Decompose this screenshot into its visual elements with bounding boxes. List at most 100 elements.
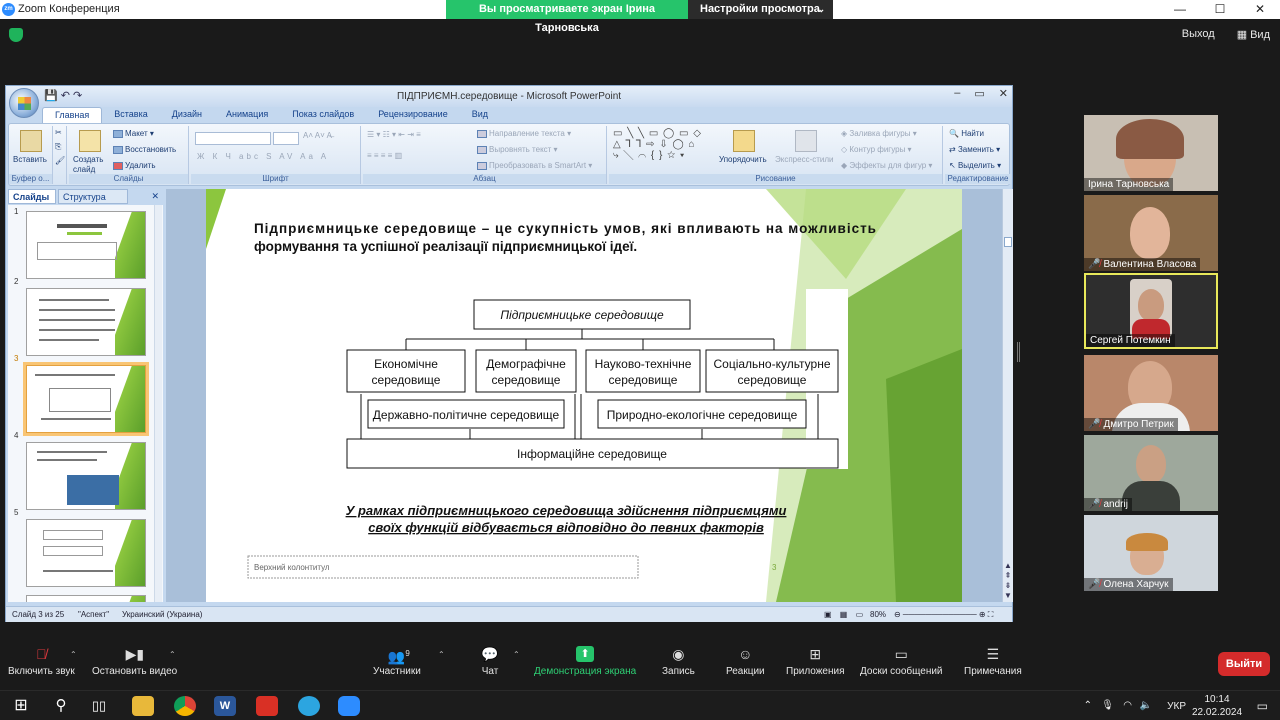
view-button[interactable]: ▦ Вид (1237, 28, 1270, 41)
tab-view[interactable]: Вид (460, 107, 500, 123)
chat-button[interactable]: 💬 Чат (481, 646, 499, 677)
leave-meeting-button[interactable]: Выйти (1218, 652, 1270, 676)
tab-review[interactable]: Рецензирование (366, 107, 460, 123)
wifi-icon[interactable]: ◠ (1123, 700, 1132, 711)
share-screen-button[interactable]: ⬆ Демонстрация экрана (534, 646, 636, 677)
express-styles-button[interactable]: Экспресс-стили (775, 155, 834, 164)
slide-thumbnail-2[interactable] (26, 288, 146, 356)
telegram-icon[interactable] (298, 696, 320, 716)
align-text-button[interactable]: Выровнять текст ▾ (477, 145, 558, 154)
slide-thumbnail-6[interactable] (26, 595, 146, 602)
participant-tile-4[interactable]: 🎤̸ Дмитро Петрик (1084, 355, 1218, 431)
scroll-nav-icons[interactable]: ▲ ⇞ ⇟ ▼ (1003, 561, 1013, 601)
redo-icon[interactable]: ↷ (73, 90, 82, 102)
shape-outline-button[interactable]: ◇ Контур фигуры ▾ (841, 145, 912, 154)
close-panel-icon[interactable]: ✕ (151, 191, 159, 202)
splitter-handle[interactable] (1017, 342, 1020, 362)
speaker-icon[interactable]: 🔈 (1140, 700, 1152, 711)
chat-options-caret[interactable]: ⌃ (513, 650, 520, 659)
paste-icon[interactable] (20, 130, 42, 152)
replace-button[interactable]: ⇄ Заменить ▾ (949, 145, 1000, 154)
cut-icon[interactable]: ✂ (55, 128, 62, 137)
shape-fill-button[interactable]: ◈ Заливка фигуры ▾ (841, 129, 917, 138)
format-painter-icon[interactable]: 🖌 (55, 156, 65, 165)
exit-fullscreen-button[interactable]: Выход (1182, 28, 1215, 41)
record-button[interactable]: ◉ Запись (662, 646, 695, 677)
current-slide[interactable]: Підприємницьке середовище – це сукупніст… (206, 189, 962, 602)
audio-options-caret[interactable]: ⌃ (70, 650, 77, 659)
language-status[interactable]: Украинский (Украина) (122, 610, 202, 619)
search-icon[interactable]: ⚲ (50, 696, 72, 716)
notes-button[interactable]: ☰ Примечания (964, 646, 1022, 677)
slide-thumbnail-3-selected[interactable] (26, 365, 146, 433)
find-button[interactable]: 🔍 Найти (949, 129, 984, 138)
participants-button[interactable]: 👥9 Участники (373, 646, 421, 677)
new-slide-icon[interactable] (79, 130, 101, 152)
microphone-icon[interactable]: 🎙 (1101, 700, 1114, 711)
new-slide-button[interactable]: Создать слайд (73, 155, 107, 175)
chrome-icon[interactable] (174, 696, 196, 716)
minimize-button[interactable]: — (1160, 0, 1200, 19)
arrange-icon[interactable] (733, 130, 755, 152)
participant-tile-5[interactable]: 🎤̸ andrij (1084, 435, 1218, 511)
tab-animation[interactable]: Анимация (214, 107, 280, 123)
thumbnails-scrollbar[interactable] (154, 205, 162, 602)
slide-vertical-scrollbar[interactable]: ▲ ⇞ ⇟ ▼ (1002, 189, 1013, 602)
list-buttons[interactable]: ☰ ▾ ☷ ▾ ⇤ ⇥ ≡ (367, 130, 421, 139)
shapes-gallery[interactable]: ▭ ╲ ╲ ▭ ◯ ▭ ◇ △ ⅂ ⅂ ⇨ ⇩ ◯ ⌂ ⤷ ╲ ⌒ { } ☆ ▾ (613, 128, 702, 161)
ppt-minimize-icon[interactable]: – (954, 87, 960, 100)
stop-video-button[interactable]: ▶︎▮ Остановить видео (92, 646, 177, 677)
maximize-button[interactable]: ☐ (1200, 0, 1240, 19)
text-direction-button[interactable]: Направление текста ▾ (477, 129, 571, 138)
select-button[interactable]: ↖ Выделить ▾ (949, 161, 1001, 170)
tab-slides[interactable]: Слайды (8, 189, 56, 204)
express-styles-icon[interactable] (795, 130, 817, 152)
language-indicator[interactable]: УКР (1167, 701, 1186, 712)
tab-insert[interactable]: Вставка (102, 107, 159, 123)
tab-slideshow[interactable]: Показ слайдов (280, 107, 366, 123)
participants-options-caret[interactable]: ⌃ (438, 650, 445, 659)
close-button[interactable]: ✕ (1240, 0, 1280, 19)
slide-thumbnail-1[interactable] (26, 211, 146, 279)
task-view-icon[interactable]: ▯▯ (88, 696, 110, 716)
pdf-reader-icon[interactable] (256, 696, 278, 716)
video-options-caret[interactable]: ⌃ (169, 650, 176, 659)
zoom-slider[interactable]: ⊖ ───────────── ⊕ ⛶ (894, 610, 993, 620)
view-settings-button[interactable]: Настройки просмотра ⌄ (688, 0, 833, 19)
zoom-level[interactable]: 80% (870, 610, 886, 619)
arrange-button[interactable]: Упорядочить (719, 155, 767, 164)
ppt-close-icon[interactable]: ✕ (999, 87, 1008, 100)
clock[interactable]: 10:14 22.02.2024 (1192, 693, 1242, 719)
participant-tile-2[interactable]: 🎤̸ Валентина Власова (1084, 195, 1218, 271)
slide-thumbnail-4[interactable] (26, 442, 146, 510)
ppt-restore-icon[interactable]: ▭ (974, 87, 984, 100)
tab-design[interactable]: Дизайн (160, 107, 214, 123)
copy-icon[interactable]: ⎘ (55, 142, 61, 152)
participant-tile-3-active[interactable]: Сергей Потемкин (1084, 273, 1218, 349)
security-shield-icon[interactable] (9, 28, 23, 42)
participant-tile-1[interactable]: Ірина Тарновська (1084, 115, 1218, 191)
zoom-taskbar-icon[interactable] (338, 696, 360, 716)
file-explorer-icon[interactable] (132, 696, 154, 716)
notifications-icon[interactable]: ▭ (1257, 699, 1268, 713)
word-icon[interactable]: W (214, 696, 236, 716)
layout-button[interactable]: Макет ▾ (113, 129, 154, 138)
reset-button[interactable]: Восстановить (113, 145, 176, 154)
apps-button[interactable]: ⊞ Приложения (786, 646, 845, 677)
paste-button[interactable]: Вставить (13, 155, 47, 164)
font-size-select[interactable] (273, 132, 299, 145)
tray-arrow-icon[interactable]: ⌃ (1084, 700, 1092, 711)
undo-icon[interactable]: ↶ (61, 90, 70, 102)
align-buttons[interactable]: ≡ ≡ ≡ ≡ ▥ (367, 151, 402, 160)
font-family-select[interactable] (195, 132, 271, 145)
font-style-buttons[interactable]: Ж К Ч abc S AV Aa A (197, 152, 329, 161)
tab-home[interactable]: Главная (42, 107, 103, 123)
smartart-button[interactable]: Преобразовать в SmartArt ▾ (477, 161, 592, 170)
tab-outline[interactable]: Структура (58, 189, 128, 204)
participant-tile-6[interactable]: 🎤̸ Олена Харчук (1084, 515, 1218, 591)
save-icon[interactable]: 💾 (44, 90, 58, 102)
windows-start-icon[interactable]: ⊞ (10, 696, 32, 716)
shape-effects-button[interactable]: ◆ Эффекты для фигур ▾ (841, 161, 932, 170)
slide-thumbnail-5[interactable] (26, 519, 146, 587)
unmute-button[interactable]: 🎙̸ Включить звук (8, 646, 75, 677)
